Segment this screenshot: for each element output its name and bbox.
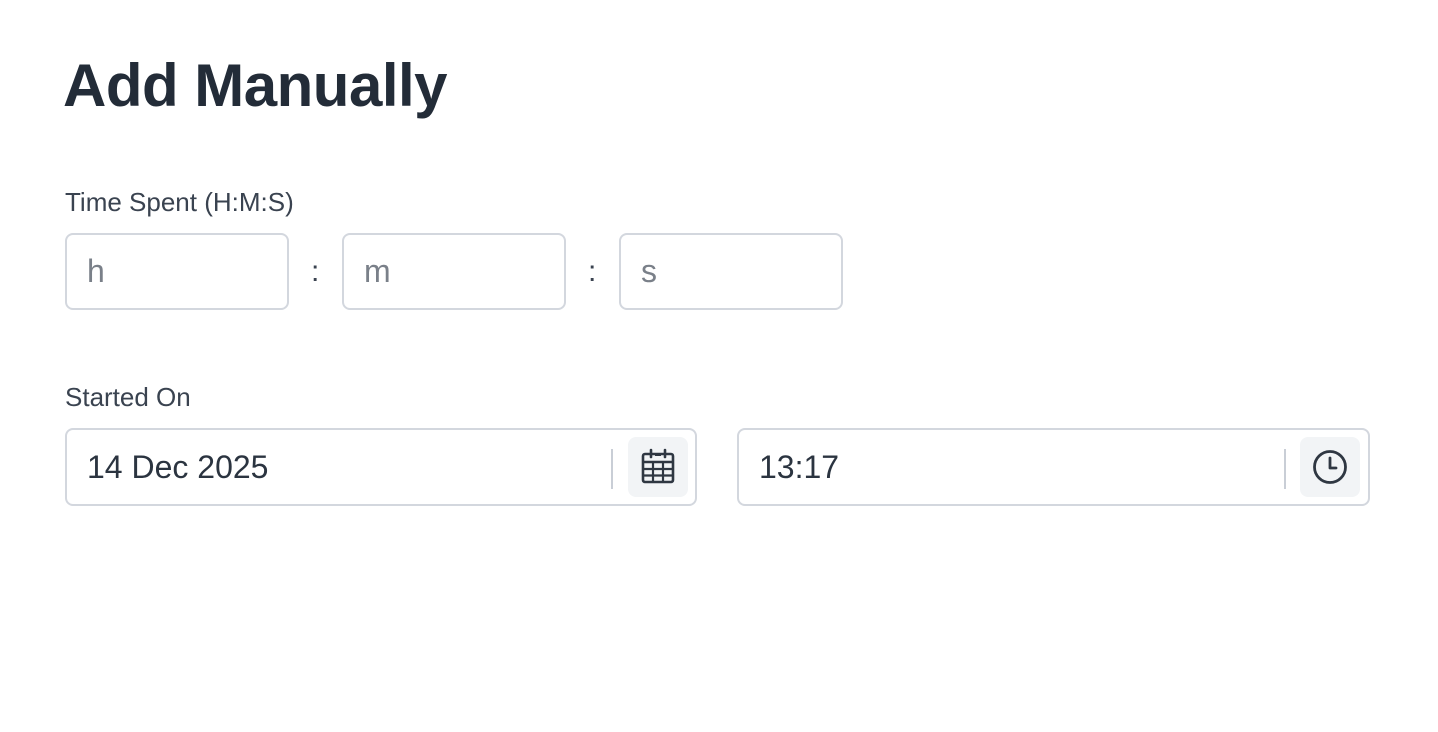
minutes-input[interactable] [342, 233, 566, 310]
field-divider [1284, 449, 1286, 489]
time-picker-field[interactable]: 13:17 [737, 428, 1370, 506]
add-manually-page: Add Manually Time Spent (H:M:S) : : Star… [0, 0, 1438, 732]
clock-button[interactable] [1300, 437, 1360, 497]
field-divider [611, 449, 613, 489]
seconds-input[interactable] [619, 233, 843, 310]
clock-icon [1313, 450, 1347, 484]
calendar-button[interactable] [628, 437, 688, 497]
time-separator: : [588, 255, 597, 288]
date-value: 14 Dec 2025 [87, 449, 269, 485]
calendar-icon [641, 448, 675, 484]
date-picker-field[interactable]: 14 Dec 2025 [65, 428, 697, 506]
time-value: 13:17 [759, 449, 840, 485]
started-on-label: Started On [65, 382, 191, 412]
time-spent-label: Time Spent (H:M:S) [65, 187, 294, 217]
hours-input[interactable] [65, 233, 289, 310]
page-title: Add Manually [63, 52, 448, 119]
time-separator: : [311, 255, 320, 288]
